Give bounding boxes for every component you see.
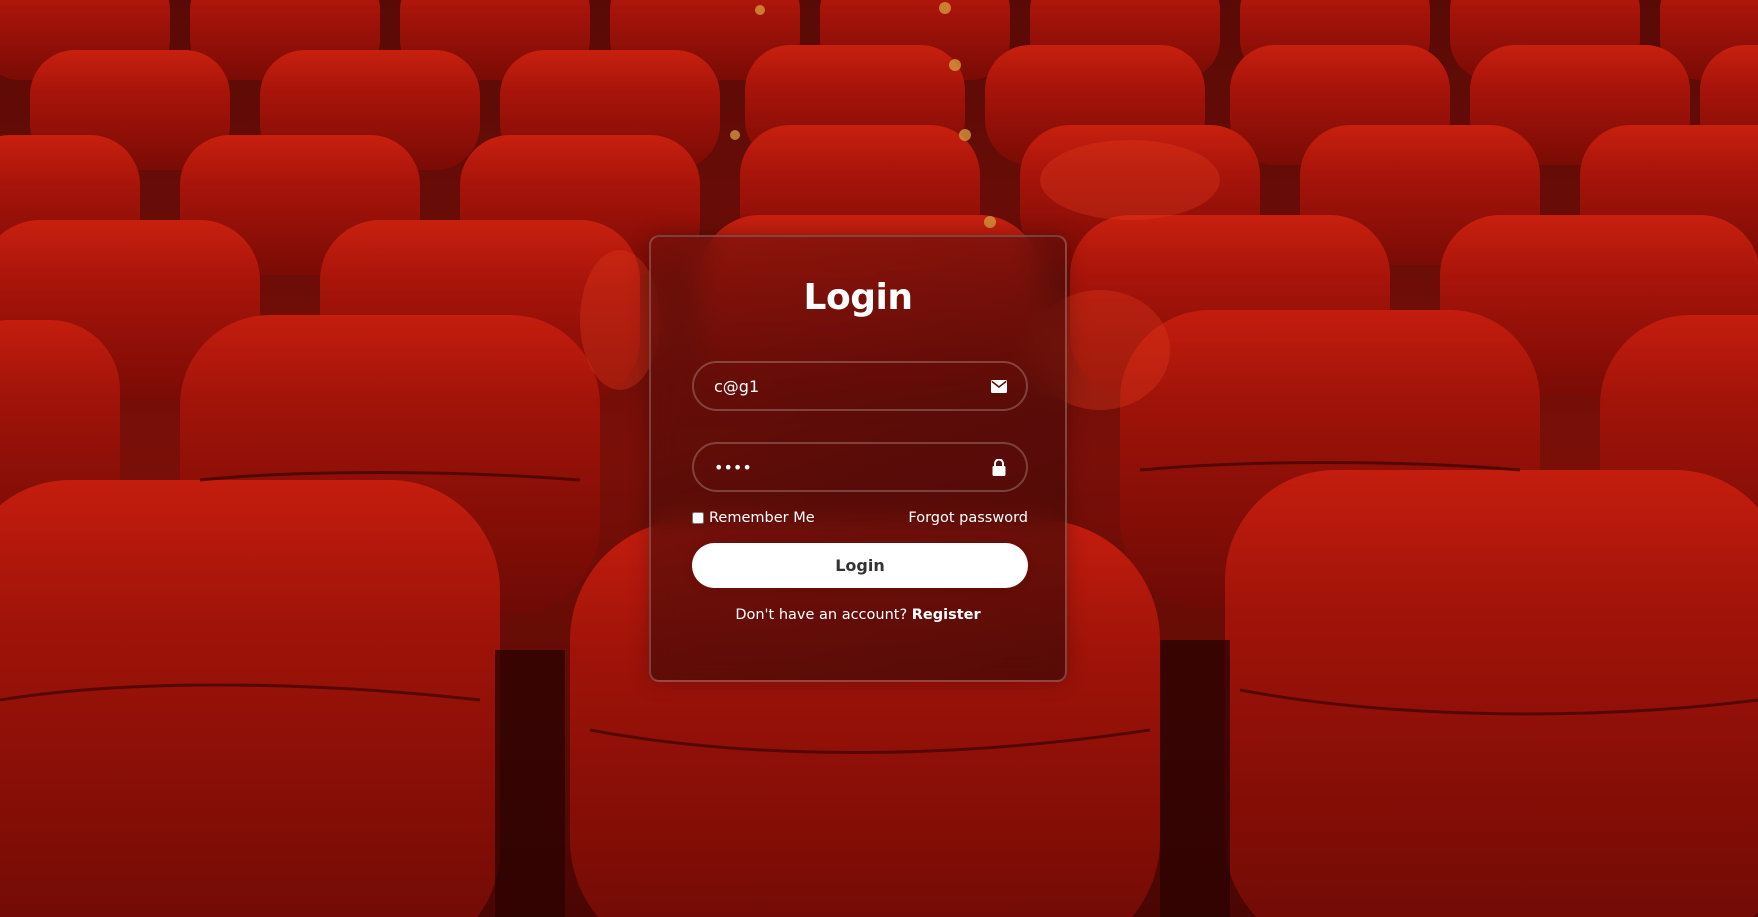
register-prompt: Don't have an account? [735,607,912,623]
password-input[interactable] [694,444,1026,490]
lock-icon [990,458,1008,476]
envelope-icon [990,377,1008,395]
remember-me-checkbox[interactable] [692,512,704,524]
remember-forgot-row: Remember Me Forgot password [692,507,1028,529]
forgot-password-link[interactable]: Forgot password [908,510,1028,526]
register-row: Don't have an account? Register [651,607,1065,623]
remember-me-text: Remember Me [709,510,815,526]
login-card: Login Remember Me [649,235,1067,682]
password-field-box [692,442,1028,492]
email-input[interactable] [694,363,1026,409]
register-link[interactable]: Register [912,607,981,623]
login-button[interactable]: Login [692,543,1028,588]
email-field-box [692,361,1028,411]
remember-me-label[interactable]: Remember Me [692,510,815,526]
login-title: Login [803,277,913,318]
page: Login Remember Me [0,0,1758,917]
